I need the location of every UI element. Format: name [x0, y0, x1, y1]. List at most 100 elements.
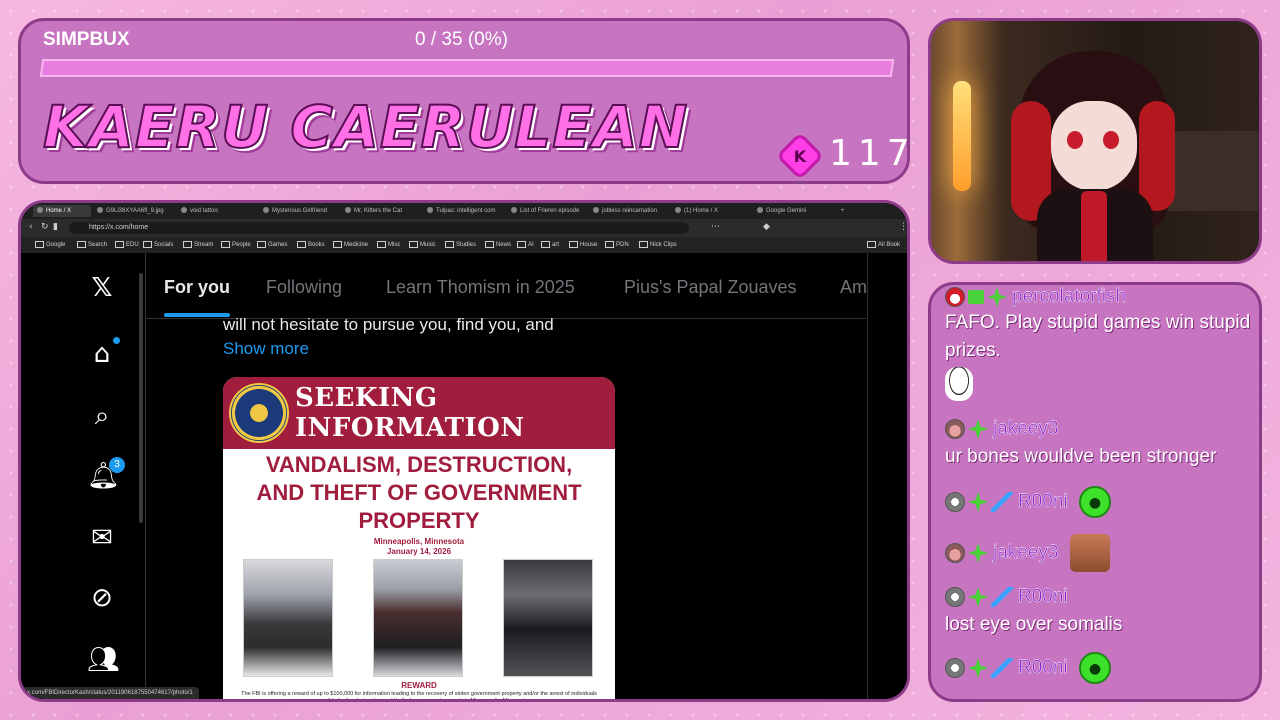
- evidence-photo: [373, 559, 463, 677]
- green-laugh-emote-icon: [1078, 652, 1111, 684]
- browser-tab-strip: Home / X G9Li38XYAA6fl_9.jpg void tattoo…: [21, 203, 907, 219]
- gem-badge-icon: [968, 492, 988, 512]
- browser-tab[interactable]: List of Frieren episode: [507, 205, 587, 217]
- chat-username[interactable]: jakeey3: [993, 542, 1059, 564]
- stream-banner: SIMPBUX 0 / 35 (0%) KAERU CAERULEAN K 11…: [18, 18, 910, 184]
- chat-username[interactable]: jakeey3: [993, 418, 1059, 440]
- reload-icon[interactable]: ↻: [41, 222, 49, 232]
- poster-fine-print: The FBI is offering a reward of up to $1…: [241, 691, 597, 702]
- messages-icon[interactable]: ✉: [87, 523, 117, 553]
- bookmark-folder[interactable]: AI: [517, 239, 534, 251]
- avatar-eye-left: [1067, 131, 1083, 149]
- bookmark-folder[interactable]: People: [221, 239, 251, 251]
- browser-tab[interactable]: Mr. Kitters the Cat: [341, 205, 421, 217]
- browser-tab[interactable]: (1) Home / X: [671, 205, 751, 217]
- user-badge-icon: [945, 492, 965, 512]
- user-badge-icon: [945, 658, 965, 678]
- bookmark-folder[interactable]: Misc: [377, 239, 400, 251]
- chat-message-header: R00ni: [945, 485, 1111, 519]
- back-icon[interactable]: ‹: [29, 222, 33, 232]
- browser-tab[interactable]: jobless reincarnation: [589, 205, 669, 217]
- bookmark-folder[interactable]: Socials: [143, 239, 173, 251]
- chat-message-header: R00ni: [945, 585, 1068, 609]
- browser-tab[interactable]: Mysterious Girlfriend: [259, 205, 339, 217]
- goal-label: SIMPBUX: [43, 29, 130, 50]
- browser-tab[interactable]: Google Gemini: [753, 205, 833, 217]
- bookmark-folder[interactable]: Games: [257, 239, 287, 251]
- chat-username[interactable]: R00ni: [1018, 657, 1068, 679]
- x-logo-icon[interactable]: 𝕏: [87, 273, 117, 303]
- browser-tab[interactable]: Home / X: [33, 205, 91, 217]
- user-badge-icon: [945, 587, 965, 607]
- show-more-link[interactable]: Show more: [223, 339, 309, 359]
- tab-following[interactable]: Following: [266, 277, 342, 298]
- chat-username[interactable]: percolatorfish: [1012, 286, 1126, 308]
- home-icon[interactable]: ⌂: [87, 339, 117, 369]
- browser-capture: Home / X G9Li38XYAA6fl_9.jpg void tattoo…: [18, 200, 910, 702]
- menu-icon[interactable]: ⋮: [899, 222, 907, 232]
- sword-badge-icon: [991, 587, 1013, 607]
- communities-icon[interactable]: 👥︎: [87, 645, 120, 675]
- wojak-face-emote-icon: [945, 367, 973, 401]
- bookmark-folder[interactable]: House: [569, 239, 597, 251]
- tab-for-you[interactable]: For you: [164, 277, 230, 298]
- bookmarks-bar: Google Search EDU Socials Stream People …: [21, 237, 907, 253]
- bookmark-folder[interactable]: PDN: [605, 239, 629, 251]
- bookmark-folder[interactable]: EDU: [115, 239, 139, 251]
- home-unread-dot: [113, 337, 120, 344]
- chat-panel: percolatorfish FAFO. Play stupid games w…: [928, 282, 1262, 702]
- headboard: [1161, 131, 1259, 211]
- url-field[interactable]: https://x.com/home: [69, 222, 689, 234]
- gem-badge-icon: [968, 543, 988, 563]
- extensions-icon[interactable]: ⋯: [711, 222, 720, 232]
- user-badge-icon: [945, 419, 965, 439]
- search-icon[interactable]: ⌕: [87, 401, 117, 431]
- tweet-image-poster[interactable]: SEEKING INFORMATION VANDALISM, DESTRUCTIO…: [223, 377, 615, 702]
- avatar-eye-right: [1103, 131, 1119, 149]
- new-tab-icon[interactable]: +: [837, 205, 851, 217]
- bookmark-folder[interactable]: Nick Clips: [639, 239, 677, 251]
- bookmark-folder[interactable]: Books: [297, 239, 325, 251]
- notifications-badge: 3: [109, 457, 125, 473]
- avatar-face: [1051, 101, 1137, 191]
- bookmark-folder[interactable]: Music: [409, 239, 436, 251]
- address-bar-row: ‹ ↻ ▮ https://x.com/home ⋯ ◆ ⋮: [21, 219, 907, 237]
- bookmark-folder[interactable]: art: [541, 239, 559, 251]
- sidebar-scrollbar[interactable]: [139, 273, 143, 523]
- timeline-tabs: For you Following Learn Thomism in 2025 …: [146, 253, 866, 319]
- chat-username[interactable]: R00ni: [1018, 586, 1068, 608]
- gem-badge-icon: [968, 658, 988, 678]
- tab-learn-thomism[interactable]: Learn Thomism in 2025: [386, 277, 575, 298]
- shouting-man-emote-icon: [1069, 534, 1110, 572]
- evidence-photo: [243, 559, 333, 677]
- bookmark-folder[interactable]: News: [485, 239, 511, 251]
- chat-message-header: jakeey3: [945, 533, 1110, 573]
- coin-icon: K: [775, 131, 825, 181]
- poster-header-line: INFORMATION: [295, 413, 525, 443]
- browser-tab[interactable]: void tattoo: [177, 205, 257, 217]
- green-laugh-emote-icon: [1078, 486, 1111, 518]
- bookmark-folder[interactable]: Medicine: [333, 239, 368, 251]
- chat-message-text: FAFO. Play stupid games win stupid prize…: [945, 312, 1251, 361]
- tab-more[interactable]: Am: [840, 277, 866, 298]
- bookmark-folder[interactable]: Studies: [445, 239, 476, 251]
- x-sidebar: 𝕏 ⌂ ⌕ 🔔︎ 3 ✉ ⊘ 👥︎: [61, 253, 141, 699]
- poster-header: SEEKING INFORMATION: [223, 377, 615, 449]
- browser-tab[interactable]: G9Li38XYAA6fl_9.jpg: [93, 205, 173, 217]
- bookmark-folder[interactable]: Google: [35, 239, 65, 251]
- brave-shield-icon[interactable]: ◆: [763, 222, 770, 232]
- chat-message-text: lost eye over somalis: [945, 614, 1123, 635]
- gem-badge-icon: [968, 587, 988, 607]
- chat-username[interactable]: R00ni: [1018, 491, 1068, 513]
- bookmark-folder[interactable]: All Book: [867, 239, 900, 251]
- avatar-hair-streak-right: [1139, 101, 1175, 211]
- bookmark-folder[interactable]: Stream: [183, 239, 213, 251]
- browser-tab[interactable]: Tulpas: intelligent com: [423, 205, 503, 217]
- bookmark-folder[interactable]: Search: [77, 239, 107, 251]
- evidence-photo: [503, 559, 593, 677]
- user-badge-icon: [945, 543, 965, 563]
- grok-icon[interactable]: ⊘: [87, 583, 117, 613]
- tab-papal-zouaves[interactable]: Pius's Papal Zouaves: [624, 277, 797, 298]
- bookmark-icon[interactable]: ▮: [53, 222, 58, 232]
- sword-badge-icon: [991, 492, 1013, 512]
